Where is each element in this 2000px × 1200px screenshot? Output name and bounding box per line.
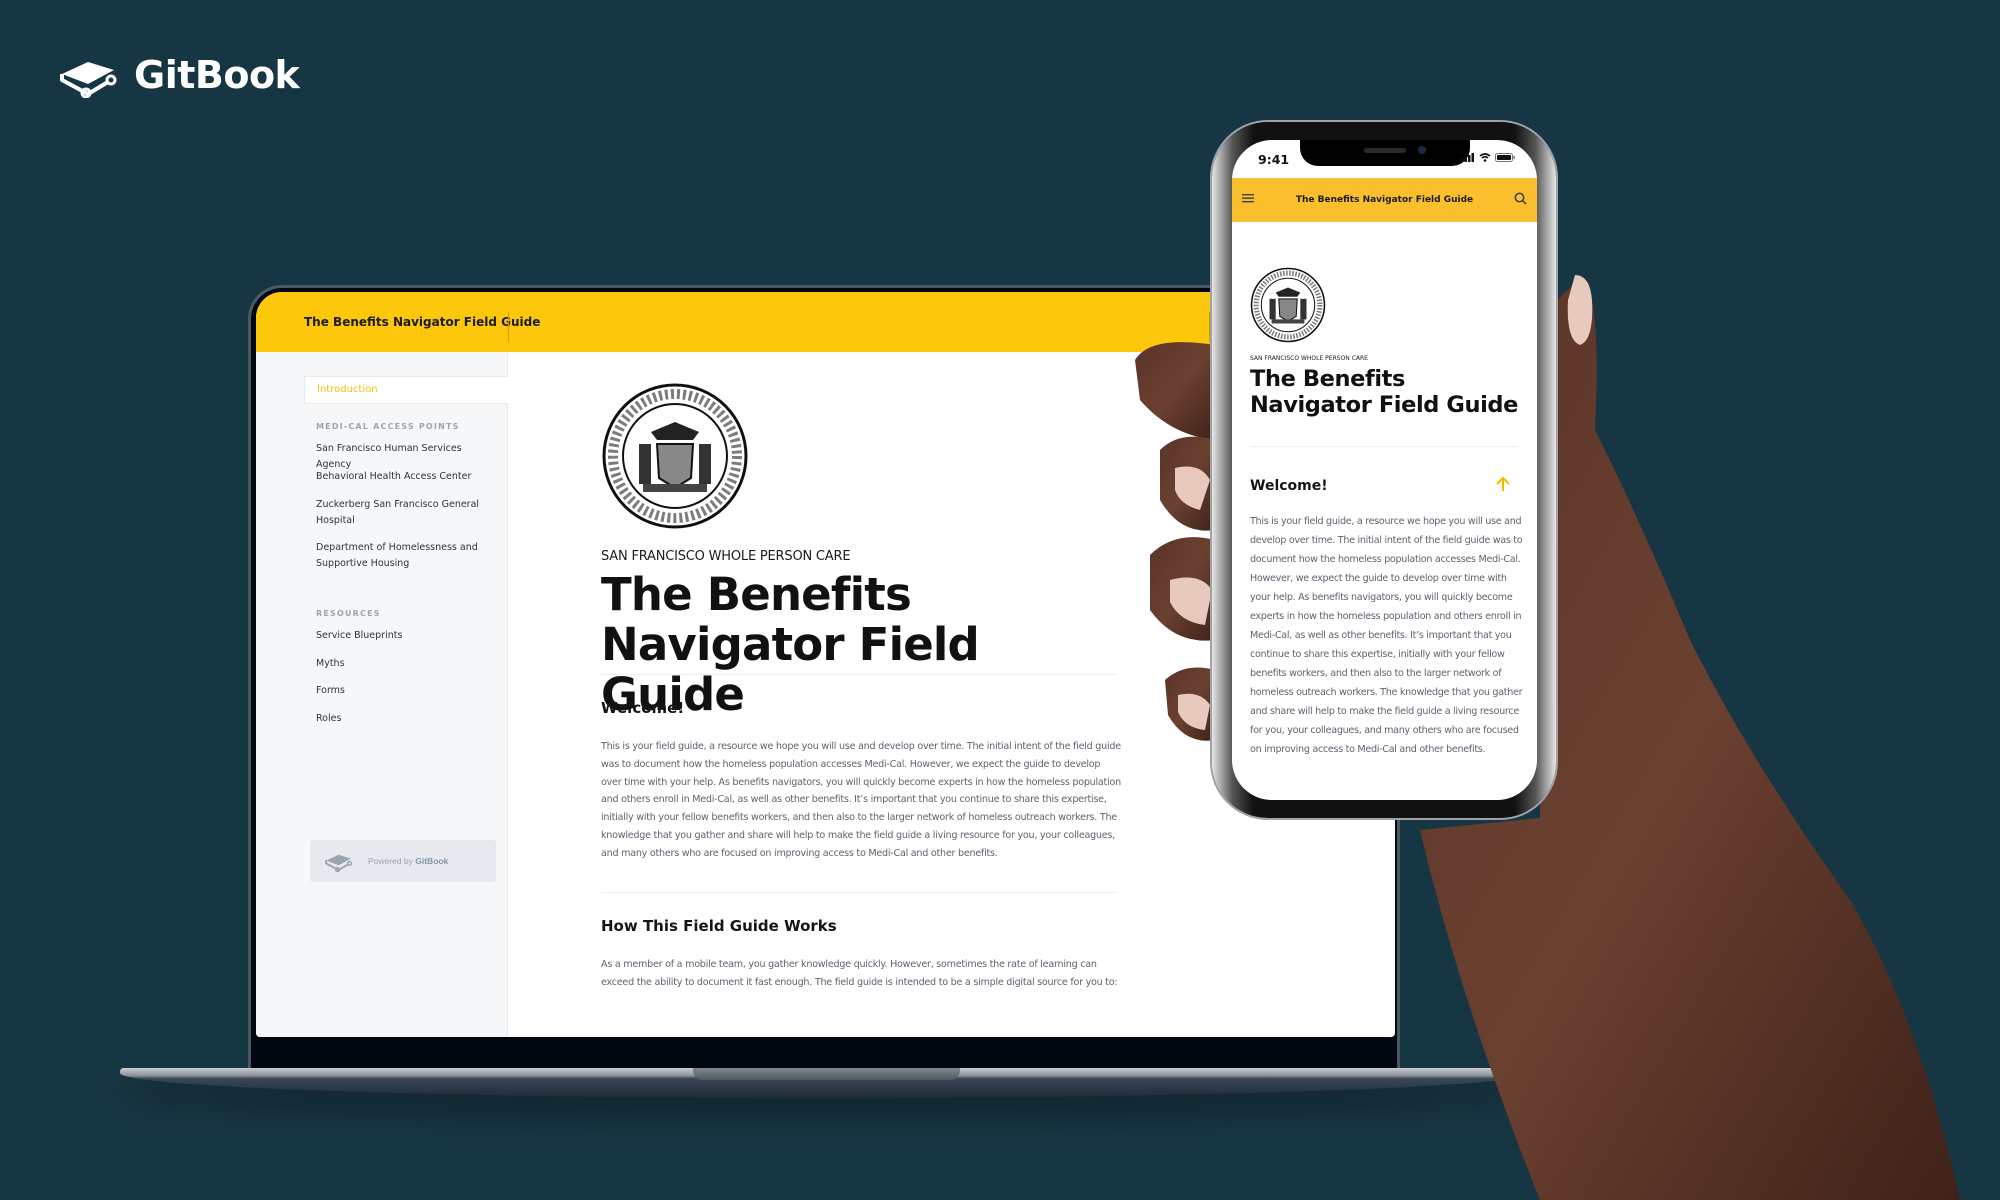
divider	[601, 892, 1116, 893]
section-heading-welcome: Welcome!	[601, 699, 685, 717]
mobile-site-title[interactable]: The Benefits Navigator Field Guide	[1296, 195, 1473, 205]
divider	[1250, 446, 1518, 447]
mobile-section-body-welcome: This is your field guide, a resource we …	[1250, 516, 1523, 755]
sidebar: Introduction MEDI-CAL ACCESS POINTS San …	[256, 352, 508, 1037]
powered-by-prefix: Powered by	[368, 856, 416, 866]
battery-icon	[1495, 153, 1515, 162]
search-icon[interactable]	[1514, 192, 1527, 205]
sidebar-item-introduction[interactable]: Introduction	[304, 376, 508, 404]
sidebar-group-title: RESOURCES	[316, 609, 381, 618]
header-divider	[1209, 312, 1210, 342]
laptop-hinge-notch	[693, 1068, 960, 1080]
sidebar-item[interactable]: Behavioral Health Access Center	[316, 469, 496, 485]
mobile-section-heading-welcome: Welcome!	[1250, 478, 1328, 494]
status-icons	[1461, 153, 1515, 162]
sidebar-item[interactable]: Service Blueprints	[316, 628, 496, 644]
phone-notch	[1300, 140, 1470, 166]
speaker	[1364, 148, 1406, 153]
sidebar-item[interactable]: Zuckerberg San Francisco General Hospita…	[316, 497, 496, 529]
mobile-page-title: The Benefits Navigator Field Guide	[1250, 366, 1518, 418]
status-time: 9:41	[1258, 152, 1290, 167]
sidebar-item[interactable]: Myths	[316, 656, 496, 672]
section-heading-how-it-works: How This Field Guide Works	[601, 917, 837, 935]
brand-name: GitBook	[134, 53, 300, 97]
divider	[601, 674, 1116, 675]
header-divider	[508, 312, 509, 342]
gitbook-logo-icon	[325, 854, 353, 872]
signal-icon	[1461, 153, 1474, 162]
hamburger-menu-icon[interactable]	[1242, 193, 1254, 203]
mobile-header: The Benefits Navigator Field Guide	[1232, 178, 1537, 222]
sidebar-group-title: MEDI-CAL ACCESS POINTS	[316, 422, 460, 431]
wifi-icon	[1479, 153, 1491, 162]
sidebar-item[interactable]: Forms	[316, 683, 496, 699]
city-seal-icon	[1250, 267, 1326, 343]
gitbook-logo-icon	[60, 62, 117, 98]
section-body-welcome: This is your field guide, a resource we …	[601, 741, 1121, 859]
phone-screen: 9:41 The Benefits Navigator Field Guide …	[1232, 140, 1537, 800]
gitbook-brand: GitBook	[58, 52, 300, 98]
sidebar-item[interactable]: Department of Homelessness and Supportiv…	[316, 540, 496, 572]
mobile-page-kicker: SAN FRANCISCO WHOLE PERSON CARE	[1250, 355, 1368, 362]
sidebar-item[interactable]: Roles	[316, 711, 496, 727]
page-kicker: SAN FRANCISCO WHOLE PERSON CARE	[601, 549, 851, 564]
page-title: The Benefits Navigator Field Guide	[601, 568, 980, 721]
camera	[1418, 146, 1426, 154]
site-title[interactable]: The Benefits Navigator Field Guide	[304, 315, 540, 329]
powered-by-gitbook-link[interactable]: Powered by GitBook	[310, 840, 496, 882]
section-body-how-it-works: As a member of a mobile team, you gather…	[601, 959, 1118, 988]
powered-by-label: Powered by GitBook	[368, 856, 448, 866]
city-seal-icon	[602, 383, 748, 529]
arrow-up-icon[interactable]	[1495, 476, 1511, 492]
powered-by-brand: GitBook	[415, 856, 449, 866]
